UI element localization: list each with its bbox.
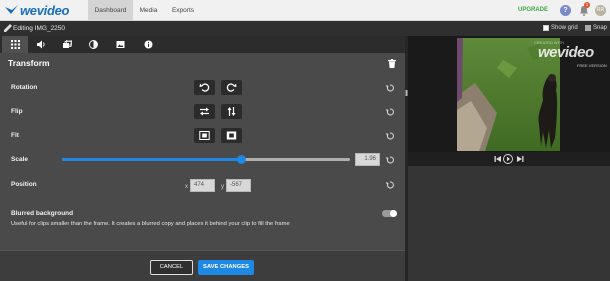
flip-label: Flip: [11, 108, 23, 115]
position-y-field[interactable]: -567: [226, 179, 251, 192]
tab-layers[interactable]: [54, 36, 80, 53]
scale-slider-thumb[interactable]: [237, 155, 246, 164]
top-nav: wevideo Dashboard Media Exports UPGRADE …: [0, 0, 610, 21]
editor-tab-row: [0, 36, 405, 53]
toggle-knob: [390, 210, 397, 217]
playback-controls: [408, 152, 610, 166]
tab-info[interactable]: [135, 36, 161, 53]
tab-transform[interactable]: [2, 36, 28, 53]
scale-value-field[interactable]: 1.96: [355, 153, 380, 166]
grid-icon: [10, 40, 20, 49]
rotate-right-icon: [226, 83, 237, 92]
reset-flip-icon[interactable]: [386, 108, 394, 116]
position-x-label: x: [185, 184, 188, 190]
fit-fill-icon: [226, 131, 237, 140]
editing-title: Editing IMG_2250: [13, 25, 66, 32]
rotate-left-button[interactable]: [194, 80, 215, 95]
watermark-logo: wevideo: [538, 44, 594, 61]
skip-back-icon[interactable]: [494, 155, 502, 163]
scale-label: Scale: [11, 156, 28, 163]
layers-icon: [62, 40, 72, 48]
cancel-button[interactable]: CANCEL: [150, 260, 193, 275]
play-icon[interactable]: [503, 154, 513, 164]
nav-tab-dashboard[interactable]: Dashboard: [88, 0, 133, 21]
snap-label: Snap: [593, 25, 608, 31]
image-icon: [116, 41, 124, 48]
position-y-label: y: [221, 184, 224, 190]
flip-horizontal-icon: [200, 107, 209, 116]
blurred-background-description: Useful for clips smaller than the frame.…: [11, 221, 290, 227]
save-changes-button[interactable]: SAVE CHANGES: [198, 260, 254, 275]
nav-tab-media[interactable]: Media: [133, 0, 164, 21]
avatar[interactable]: RR: [595, 5, 606, 16]
logo-mark-icon: [5, 5, 18, 14]
trash-icon[interactable]: [388, 59, 396, 68]
panel-footer: CANCEL SAVE CHANGES: [0, 250, 405, 281]
skip-forward-icon[interactable]: [516, 155, 524, 163]
rotation-label: Rotation: [11, 84, 38, 91]
color-icon: [88, 40, 98, 49]
pencil-icon: [4, 24, 12, 32]
fit-contain-button[interactable]: [194, 128, 215, 143]
fit-fill-button[interactable]: [221, 128, 242, 143]
panel-title: Transform: [8, 58, 50, 68]
transform-panel: Transform Rotation Flip Fit Scale 1.96 P…: [0, 53, 405, 250]
flip-horizontal-button[interactable]: [194, 104, 215, 119]
flip-vertical-icon: [227, 107, 236, 116]
tab-audio[interactable]: [28, 36, 54, 53]
watermark-sub: FREE VERSION: [577, 63, 607, 68]
snap-checkbox[interactable]: [585, 25, 591, 31]
reset-position-icon[interactable]: [386, 181, 394, 189]
app-root: wevideo Dashboard Media Exports UPGRADE …: [0, 0, 610, 281]
timeline-area: [408, 166, 610, 281]
logo-text: wevideo: [20, 3, 70, 18]
info-icon: [144, 40, 152, 49]
volume-icon: [36, 40, 45, 49]
blurred-background-label: Blurred background: [11, 210, 74, 217]
show-grid-label: Show grid: [551, 25, 578, 31]
blurred-background-toggle[interactable]: [382, 210, 397, 217]
help-icon[interactable]: ?: [560, 5, 571, 16]
fit-contain-icon: [199, 131, 210, 140]
reset-rotation-icon[interactable]: [386, 84, 394, 92]
nav-tab-exports[interactable]: Exports: [164, 0, 202, 21]
editing-bar: Editing IMG_2250 Show grid Snap: [0, 21, 610, 36]
reset-scale-icon[interactable]: [386, 156, 394, 164]
wevideo-logo[interactable]: wevideo: [5, 3, 70, 18]
position-x-field[interactable]: 474: [190, 179, 215, 192]
scale-slider-fill: [62, 158, 241, 161]
rotate-left-icon: [199, 83, 210, 92]
reset-fit-icon[interactable]: [386, 132, 394, 140]
scale-slider[interactable]: [62, 155, 350, 164]
tab-image[interactable]: [107, 36, 133, 53]
tab-color[interactable]: [80, 36, 106, 53]
position-label: Position: [11, 181, 37, 188]
rotate-right-button[interactable]: [221, 80, 242, 95]
upgrade-link[interactable]: UPGRADE: [518, 0, 548, 21]
fit-label: Fit: [11, 132, 19, 139]
show-grid-checkbox[interactable]: [543, 25, 549, 31]
flip-vertical-button[interactable]: [221, 104, 242, 119]
notification-badge: 1: [584, 2, 590, 8]
